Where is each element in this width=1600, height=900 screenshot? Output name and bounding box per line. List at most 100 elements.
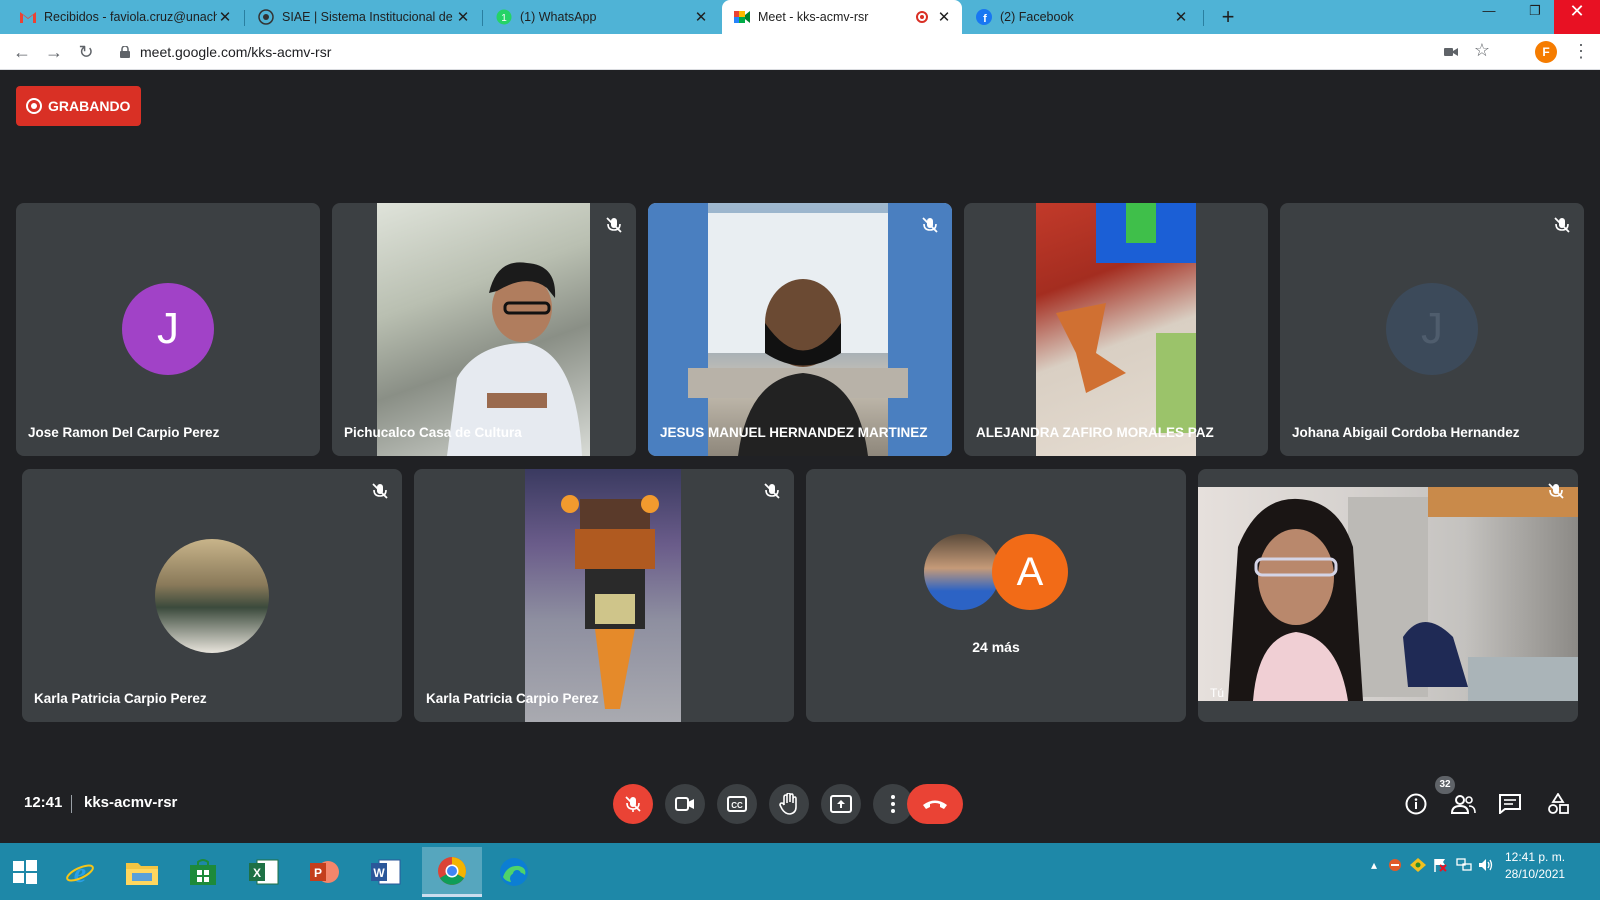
window-close-icon[interactable]: ✕ — [1554, 0, 1600, 34]
avatar — [924, 534, 1000, 610]
participant-name: Johana Abigail Cordoba Hernandez — [1292, 425, 1520, 440]
meeting-details-button[interactable] — [1402, 790, 1430, 818]
meeting-time: 12:41 — [24, 794, 63, 811]
present-icon — [830, 795, 852, 813]
participant-name: Karla Patricia Carpio Perez — [34, 691, 207, 706]
lock-icon — [120, 45, 130, 58]
start-button[interactable] — [0, 847, 50, 897]
activities-button[interactable] — [1544, 790, 1572, 818]
participant-tile[interactable]: J Jose Ramon Del Carpio Perez — [16, 203, 320, 456]
divider — [71, 795, 72, 813]
address-bar[interactable]: meet.google.com/kks-acmv-rsr ☆ — [108, 37, 1528, 67]
mic-toggle-button[interactable] — [613, 784, 653, 824]
avatar: J — [122, 283, 214, 375]
internet-explorer-icon[interactable]: e — [55, 847, 105, 897]
tab-facebook[interactable]: f (2) Facebook ✕ — [964, 0, 1199, 34]
people-icon — [1450, 795, 1476, 814]
volume-icon[interactable] — [1478, 858, 1494, 875]
chat-button[interactable] — [1496, 790, 1524, 818]
tab-gmail[interactable]: Recibidos - faviola.cruz@unach.m ✕ — [8, 0, 243, 34]
activities-icon — [1548, 793, 1569, 814]
more-participants-tile[interactable]: A 24 más — [806, 469, 1186, 722]
recording-badge[interactable]: GRABANDO — [16, 86, 141, 126]
windows-taskbar: e X P W ▴ 12:41 p. m. 28/10/2021 — [0, 843, 1600, 900]
participant-video — [525, 469, 681, 722]
chrome-icon[interactable] — [422, 847, 482, 897]
antivirus-tray-icon[interactable] — [1388, 858, 1402, 875]
svg-text:P: P — [314, 866, 322, 880]
avatar: A — [992, 534, 1068, 610]
tab-title: (1) WhatsApp — [520, 10, 597, 24]
tab-siae[interactable]: SIAE | Sistema Institucional de Ac ✕ — [246, 0, 481, 34]
participant-video — [648, 203, 952, 456]
profile-avatar[interactable]: F — [1535, 41, 1557, 63]
edge-icon[interactable] — [489, 847, 539, 897]
tab-strip: Recibidos - faviola.cruz@unach.m ✕ SIAE … — [0, 0, 1600, 34]
tab-whatsapp[interactable]: 1 (1) WhatsApp ✕ — [484, 0, 719, 34]
camera-in-use-icon[interactable] — [1444, 44, 1458, 62]
close-icon[interactable]: ✕ — [455, 8, 471, 26]
reload-icon[interactable]: ↻ — [74, 40, 98, 64]
info-icon — [1405, 793, 1427, 815]
tab-title: Meet - kks-acmv-rsr — [758, 10, 869, 24]
tab-meet[interactable]: Meet - kks-acmv-rsr ✕ — [722, 0, 962, 34]
participant-tile[interactable]: Karla Patricia Carpio Perez — [22, 469, 402, 722]
participant-tile[interactable]: JESUS MANUEL HERNANDEZ MARTINEZ — [648, 203, 952, 456]
leave-call-button[interactable] — [907, 784, 963, 824]
mic-off-icon — [370, 481, 390, 501]
people-button[interactable] — [1449, 790, 1477, 818]
participant-video — [1036, 203, 1196, 456]
flag-tray-icon[interactable] — [1433, 858, 1447, 875]
self-video — [1198, 487, 1578, 701]
participant-video — [377, 203, 590, 456]
self-tile[interactable]: Tú — [1198, 469, 1578, 722]
network-icon[interactable] — [1456, 858, 1472, 875]
chat-icon — [1499, 794, 1521, 814]
participant-tile[interactable]: J Johana Abigail Cordoba Hernandez — [1280, 203, 1584, 456]
powerpoint-icon[interactable]: P — [300, 847, 350, 897]
forward-icon[interactable]: → — [42, 40, 66, 64]
excel-icon[interactable]: X — [239, 847, 289, 897]
back-icon[interactable]: ← — [10, 40, 34, 64]
new-tab-button[interactable]: + — [1215, 4, 1241, 30]
system-clock[interactable]: 12:41 p. m. 28/10/2021 — [1505, 849, 1565, 883]
close-icon[interactable]: ✕ — [1173, 8, 1189, 26]
more-vert-icon — [891, 795, 895, 813]
participant-name: Pichucalco Casa de Cultura — [344, 425, 522, 440]
url-text: meet.google.com/kks-acmv-rsr — [140, 44, 332, 60]
mic-off-icon — [920, 215, 940, 235]
close-icon[interactable]: ✕ — [217, 8, 233, 26]
browser-menu-icon[interactable]: ⋮ — [1572, 40, 1590, 62]
meeting-code: kks-acmv-rsr — [84, 794, 178, 811]
tab-title: Recibidos - faviola.cruz@unach.m — [44, 10, 217, 24]
captions-button[interactable]: CC — [717, 784, 757, 824]
participant-tile[interactable]: Pichucalco Casa de Cultura — [332, 203, 636, 456]
avatar — [155, 539, 269, 653]
svg-text:X: X — [253, 866, 261, 880]
captions-icon: CC — [727, 796, 747, 812]
word-icon[interactable]: W — [361, 847, 411, 897]
avatar: J — [1386, 283, 1478, 375]
restore-icon[interactable]: ❐ — [1512, 0, 1558, 34]
mic-off-icon — [1546, 481, 1566, 501]
present-button[interactable] — [821, 784, 861, 824]
close-icon[interactable]: ✕ — [693, 8, 709, 26]
svg-text:W: W — [373, 866, 385, 880]
siae-icon — [258, 9, 274, 25]
minimize-icon[interactable]: — — [1466, 0, 1512, 34]
participant-tile[interactable]: ALEJANDRA ZAFIRO MORALES PAZ — [964, 203, 1268, 456]
file-explorer-icon[interactable] — [117, 847, 167, 897]
mic-off-icon — [625, 796, 641, 812]
bookmark-star-icon[interactable]: ☆ — [1474, 40, 1490, 61]
participant-tile[interactable]: Karla Patricia Carpio Perez — [414, 469, 794, 722]
store-icon[interactable] — [178, 847, 228, 897]
raise-hand-button[interactable] — [769, 784, 809, 824]
svg-text:1: 1 — [501, 13, 507, 24]
meet-icon — [734, 9, 750, 25]
windows-logo-icon — [13, 860, 37, 884]
show-hidden-icons-icon[interactable]: ▴ — [1371, 858, 1377, 872]
close-icon[interactable]: ✕ — [936, 8, 952, 26]
mic-off-icon — [762, 481, 782, 501]
security-tray-icon[interactable] — [1410, 858, 1426, 875]
camera-toggle-button[interactable] — [665, 784, 705, 824]
